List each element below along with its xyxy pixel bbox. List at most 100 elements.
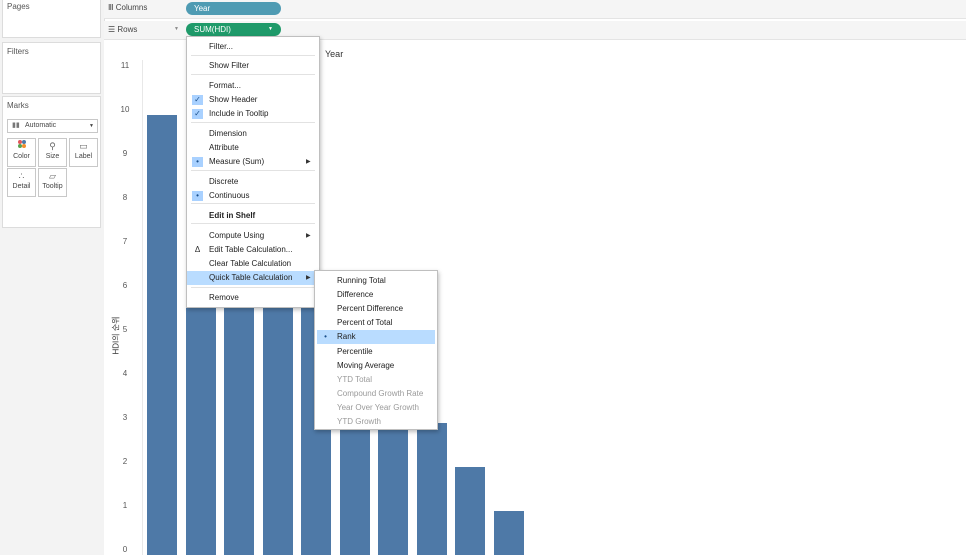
submenu-item-percent-of-total[interactable]: Percent of Total	[317, 316, 435, 330]
bar[interactable]	[147, 115, 177, 555]
submenu-item-ytd-total: YTD Total	[337, 374, 372, 384]
pill-context-menu: Filter... Show Filter Format... ✓ Show Heade…	[186, 36, 320, 308]
rows-icon: ☰	[108, 25, 116, 34]
sum-hdi-pill[interactable]: SUM(HDI) ▼	[186, 23, 281, 36]
delta-icon: Δ	[194, 245, 201, 254]
quick-table-calc-submenu: Running Total Difference Percent Differenc…	[314, 270, 438, 430]
y-tick-label: 1	[122, 501, 128, 510]
check-icon: ✓	[192, 95, 203, 105]
menu-item-edit-table-calculation[interactable]: Δ Edit Table Calculation...	[187, 243, 319, 257]
submenu-item-running-total[interactable]: Running Total	[317, 274, 435, 288]
sum-hdi-pill-label: SUM(HDI)	[194, 25, 231, 34]
columns-shelf[interactable]: Ⅲ Columns Year	[104, 0, 966, 19]
menu-item-show-header[interactable]: ✓ Show Header	[187, 93, 319, 107]
menu-item-continuous[interactable]: • Continuous	[187, 189, 319, 203]
check-icon: ✓	[192, 109, 203, 119]
filters-card[interactable]: Filters	[2, 42, 101, 94]
y-tick-label: 10	[120, 105, 130, 114]
submenu-item-percent-difference[interactable]: Percent Difference	[317, 302, 435, 316]
submenu-arrow-icon: ▶	[306, 233, 311, 239]
rows-dropdown-icon[interactable]: ▼	[174, 26, 179, 32]
y-tick-label: 0	[122, 545, 128, 554]
dot-icon: •	[324, 332, 327, 342]
left-panel: Pages Filters Marks ▮▮ Automatic ▼ Color…	[0, 0, 105, 555]
menu-item-discrete[interactable]: Discrete	[187, 175, 319, 189]
submenu-item-compound-growth-rate: Compound Growth Rate	[337, 388, 424, 398]
color-label: Color	[13, 153, 30, 160]
chevron-down-icon: ▼	[89, 123, 94, 129]
menu-item-compute-using[interactable]: Compute Using ▶	[187, 229, 319, 243]
menu-separator	[191, 74, 315, 75]
menu-item-measure-sum[interactable]: • Measure (Sum) ▶	[187, 155, 319, 169]
y-tick-label: 4	[122, 369, 128, 378]
menu-item-show-filter[interactable]: Show Filter	[187, 59, 319, 73]
submenu-item-moving-average[interactable]: Moving Average	[317, 359, 435, 373]
marks-title: Marks	[7, 101, 29, 110]
y-tick-label: 6	[122, 281, 128, 290]
submenu-item-ytd-growth: YTD Growth	[337, 417, 382, 426]
menu-item-dimension[interactable]: Dimension	[187, 127, 319, 141]
bar[interactable]	[493, 511, 524, 555]
y-axis-title: HDI의 순위	[111, 316, 121, 355]
submenu-item-year-over-year-growth: Year Over Year Growth	[337, 402, 419, 412]
bar[interactable]	[455, 467, 485, 555]
submenu-arrow-icon: ▶	[306, 159, 311, 165]
label-icon: ▭	[79, 141, 88, 151]
mark-type-value: Automatic	[25, 122, 57, 129]
menu-separator	[191, 122, 315, 123]
x-header-year: Year	[325, 49, 344, 59]
size-icon: ⚲	[49, 141, 56, 151]
menu-item-format[interactable]: Format...	[187, 79, 319, 93]
y-tick-label: 7	[122, 237, 128, 246]
label-label: Label	[74, 153, 93, 160]
submenu-item-rank[interactable]: • Rank	[317, 330, 435, 345]
columns-icon: Ⅲ	[108, 3, 114, 12]
detail-label: Detail	[12, 183, 31, 190]
dot-icon: •	[192, 191, 203, 201]
menu-item-attribute[interactable]: Attribute	[187, 141, 319, 155]
detail-button[interactable]: ∴ Detail	[7, 168, 36, 197]
mark-type-select[interactable]: ▮▮ Automatic ▼	[7, 119, 98, 133]
color-button[interactable]: Color	[7, 138, 36, 167]
menu-item-edit-in-shelf[interactable]: Edit in Shelf	[187, 209, 319, 223]
pill-dropdown-icon: ▼	[268, 26, 273, 32]
y-tick-label: 5	[122, 325, 128, 334]
color-icon	[8, 139, 35, 153]
label-button[interactable]: ▭ Label	[69, 138, 98, 167]
submenu-arrow-icon: ▶	[306, 275, 311, 281]
bar-chart-icon: ▮▮	[12, 122, 20, 129]
y-tick-label: 9	[122, 149, 128, 158]
size-label: Size	[45, 153, 60, 160]
detail-icon: ∴	[18, 171, 25, 181]
y-tick-label: 11	[120, 61, 130, 70]
pages-card[interactable]: Pages	[2, 0, 101, 38]
menu-separator	[191, 170, 315, 171]
menu-separator	[191, 203, 315, 204]
tooltip-icon: ▱	[49, 171, 56, 181]
marks-card: Marks ▮▮ Automatic ▼ Color ⚲ Size ▭ Labe…	[2, 96, 101, 228]
menu-item-clear-table-calculation[interactable]: Clear Table Calculation	[187, 257, 319, 271]
y-tick-label: 2	[122, 457, 128, 466]
bar[interactable]	[416, 423, 447, 555]
menu-separator	[191, 223, 315, 224]
columns-shelf-label: Ⅲ Columns	[108, 3, 148, 12]
y-axis-line	[142, 60, 143, 555]
tooltip-label: Tooltip	[42, 183, 63, 190]
menu-separator	[191, 287, 315, 288]
rows-shelf-label: ☰ Rows	[108, 25, 138, 34]
year-pill[interactable]: Year	[186, 2, 281, 15]
menu-item-include-in-tooltip[interactable]: ✓ Include in Tooltip	[187, 107, 319, 121]
menu-separator	[191, 55, 315, 56]
dot-icon: •	[192, 157, 203, 167]
y-tick-label: 8	[122, 193, 128, 202]
filters-title: Filters	[7, 47, 29, 56]
size-button[interactable]: ⚲ Size	[38, 138, 67, 167]
menu-item-quick-table-calculation[interactable]: Quick Table Calculation ▶	[187, 271, 319, 285]
tooltip-button[interactable]: ▱ Tooltip	[38, 168, 67, 197]
menu-item-filter[interactable]: Filter...	[187, 40, 319, 54]
y-tick-label: 3	[122, 413, 128, 422]
pages-title: Pages	[7, 2, 30, 11]
submenu-item-percentile[interactable]: Percentile	[317, 345, 435, 359]
submenu-item-difference[interactable]: Difference	[317, 288, 435, 302]
menu-item-remove[interactable]: Remove	[187, 291, 319, 305]
